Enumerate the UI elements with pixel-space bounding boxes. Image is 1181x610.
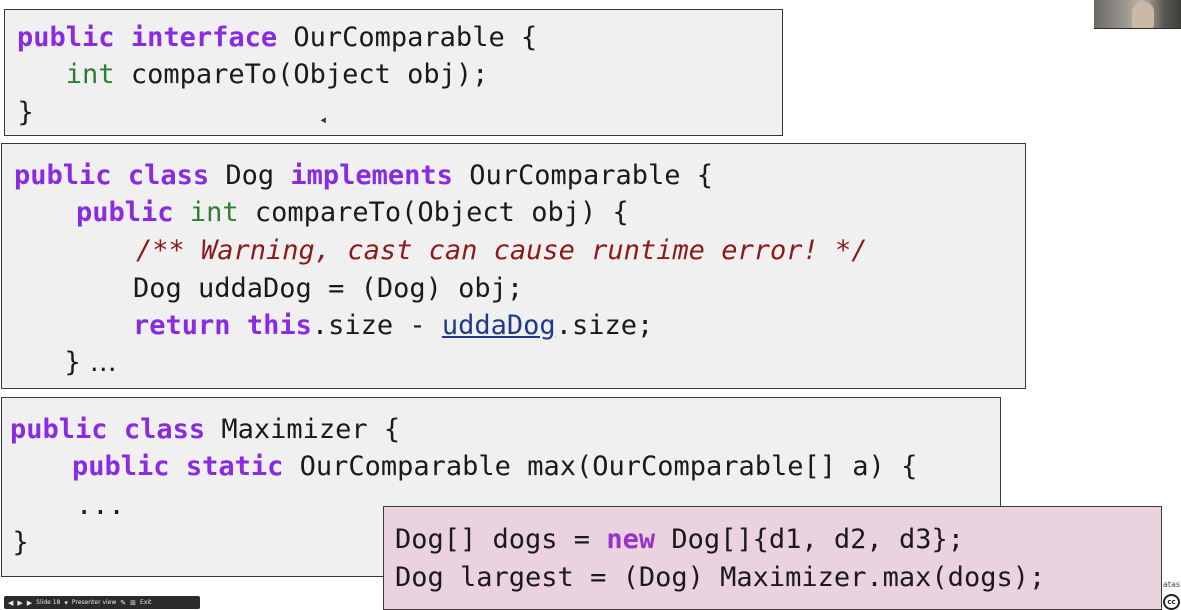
slide-number-label[interactable]: Slide 18 xyxy=(36,599,60,606)
keyword: public xyxy=(17,22,115,53)
keyword: static xyxy=(185,451,284,482)
code-line: int compareTo(Object obj); xyxy=(17,56,489,93)
keyword: public xyxy=(14,160,112,191)
code-text: } xyxy=(17,97,35,128)
keyword: new xyxy=(606,524,656,555)
code-text: Dog xyxy=(209,160,291,191)
play-icon[interactable]: ▶ xyxy=(17,599,22,607)
code-line: public interface OurComparable { xyxy=(17,19,537,56)
code-text: Dog[] dogs = xyxy=(395,524,607,555)
chevron-down-icon[interactable]: ▾ xyxy=(64,599,68,607)
code-text: Maximizer { xyxy=(205,414,401,445)
keyword: class xyxy=(123,414,206,445)
code-line: public static OurComparable max(OurCompa… xyxy=(72,448,917,485)
code-text: OurComparable max(OurComparable[] a) { xyxy=(283,451,918,482)
code-text: compareTo(Object obj) { xyxy=(238,197,629,228)
code-comment: /** Warning, cast can cause runtime erro… xyxy=(136,235,868,266)
type-keyword: int xyxy=(65,59,115,90)
code-line: public int compareTo(Object obj) { xyxy=(76,194,629,231)
webcam-thumbnail xyxy=(1094,0,1181,29)
keyword: public xyxy=(72,451,170,482)
code-block-usage: Dog[] dogs = new Dog[]{d1, d2, d3}; Dog … xyxy=(383,506,1162,610)
previous-slide-icon[interactable]: ◀ xyxy=(8,599,13,607)
code-line: Dog[] dogs = new Dog[]{d1, d2, d3}; xyxy=(395,521,964,558)
code-line: Dog largest = (Dog) Maximizer.max(dogs); xyxy=(395,559,1045,596)
code-line: } xyxy=(12,524,29,561)
code-line: return this.size - uddaDog.size; xyxy=(133,307,653,344)
code-text: } xyxy=(12,527,30,558)
code-line: } … xyxy=(64,344,117,381)
code-text: Dog[]{d1, d2, d3}; xyxy=(655,524,964,555)
code-text: Dog uddaDog = (Dog) obj; xyxy=(133,273,524,304)
code-text: OurComparable { xyxy=(277,22,538,53)
type-keyword: int xyxy=(189,197,239,228)
creative-commons-icon: cc xyxy=(1163,594,1180,610)
code-line: public class Maximizer { xyxy=(10,411,400,448)
code-line: Dog uddaDog = (Dog) obj; xyxy=(133,270,523,307)
corner-watermark-text: atas xyxy=(1163,580,1181,589)
keyword: class xyxy=(127,160,210,191)
code-text: Dog largest = (Dog) Maximizer.max(dogs); xyxy=(395,562,1046,593)
pen-icon[interactable]: ✎ xyxy=(120,599,126,607)
code-text: } … xyxy=(64,347,117,378)
keyword: implements xyxy=(290,160,453,191)
grid-icon[interactable]: ⊞ xyxy=(130,599,136,607)
code-text: ... xyxy=(76,490,125,521)
code-text: compareTo(Object obj); xyxy=(114,59,489,90)
code-block-dog-class: public class Dog implements OurComparabl… xyxy=(1,143,1026,389)
keyword: return xyxy=(133,310,231,341)
variable-link[interactable]: uddaDog xyxy=(442,310,556,341)
code-line: public class Dog implements OurComparabl… xyxy=(14,157,713,194)
code-line: ... xyxy=(76,487,125,524)
keyword: public xyxy=(76,197,174,228)
presenter-view-button[interactable]: Presenter view xyxy=(72,599,116,606)
keyword: interface xyxy=(130,22,278,53)
code-text: OurComparable { xyxy=(452,160,714,191)
keyword: public xyxy=(10,414,108,445)
code-text: .size - xyxy=(311,310,442,341)
keyword: this xyxy=(246,310,312,341)
next-slide-icon[interactable]: ▶ xyxy=(27,599,32,607)
code-block-interface: public interface OurComparable { int com… xyxy=(4,9,783,136)
presenter-face xyxy=(1132,2,1154,28)
code-line: /** Warning, cast can cause runtime erro… xyxy=(136,232,868,269)
exit-button[interactable]: Exit xyxy=(140,599,151,606)
presentation-toolbar: ◀ ▶ ▶ Slide 18 ▾ Presenter view ✎ ⊞ Exit xyxy=(4,596,200,609)
code-line: } xyxy=(17,94,34,131)
code-text: .size; xyxy=(555,310,654,341)
